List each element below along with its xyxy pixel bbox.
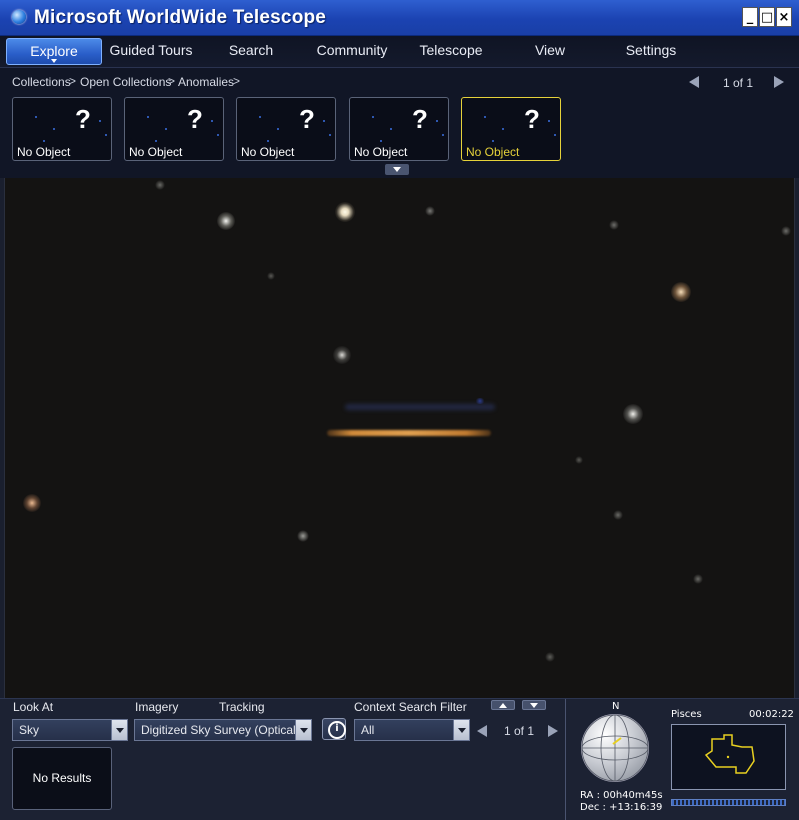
star: [575, 456, 583, 464]
results-text: No Results: [32, 771, 92, 785]
chevron-down-icon: [295, 720, 311, 740]
star: [545, 652, 555, 662]
star: [781, 226, 791, 236]
breadcrumb-separator: >: [168, 74, 176, 88]
menu-view[interactable]: View: [520, 38, 580, 65]
info-button[interactable]: [322, 718, 346, 740]
tracking-label: Tracking: [219, 700, 265, 714]
imagery-select[interactable]: Digitized Sky Survey (Optical...: [134, 719, 312, 741]
imagery-value: Digitized Sky Survey (Optical...: [141, 723, 306, 737]
star: [267, 272, 275, 280]
title-bar: Microsoft WorldWide Telescope _ □ ×: [0, 0, 799, 36]
ra-readout: RA : 00h40m45s: [580, 790, 663, 801]
panel-divider: [565, 699, 566, 820]
breadcrumb-open-collections[interactable]: Open Collections: [80, 75, 171, 89]
star: [333, 346, 351, 364]
anomaly-streak-glow: [345, 404, 495, 410]
constellation-name: Pisces: [671, 709, 702, 720]
compass-north-label: N: [612, 701, 620, 712]
unknown-object-icon: ?: [524, 104, 540, 134]
star: [623, 404, 643, 424]
page-indicator: 1 of 1: [723, 76, 754, 90]
menu-explore-label: Explore: [30, 43, 78, 59]
dec-readout: Dec : +13:16:39: [580, 802, 663, 813]
look-at-label: Look At: [13, 700, 54, 714]
previous-page-icon[interactable]: [689, 76, 699, 88]
breadcrumb-collections[interactable]: Collections: [12, 75, 71, 89]
thumbnail-item[interactable]: ? No Object: [12, 97, 112, 161]
context-search-filter-label: Context Search Filter: [354, 700, 467, 714]
breadcrumb-anomalies[interactable]: Anomalies: [178, 75, 234, 89]
menu-guided-tours[interactable]: Guided Tours: [104, 38, 198, 65]
chevron-down-icon: [51, 59, 57, 63]
clock-readout: 00:02:22: [749, 709, 794, 720]
menu-community[interactable]: Community: [308, 38, 396, 65]
next-page-icon[interactable]: [774, 76, 784, 88]
collection-thumbnails: ? No Object ? No Object ? No Object ? No…: [0, 96, 799, 178]
globe-icon[interactable]: [581, 714, 649, 782]
thumbnail-item-selected[interactable]: ? No Object: [461, 97, 561, 161]
menu-telescope[interactable]: Telescope: [410, 38, 492, 65]
menu-explore[interactable]: Explore: [6, 38, 102, 65]
chevron-down-icon: [111, 720, 127, 740]
minimize-button[interactable]: _: [742, 7, 758, 27]
star: [693, 574, 703, 584]
next-page-icon[interactable]: [548, 725, 558, 737]
menu-settings[interactable]: Settings: [616, 38, 686, 65]
breadcrumb-separator: >: [233, 74, 241, 88]
thumbnail-label: No Object: [466, 145, 520, 159]
star: [613, 510, 623, 520]
collapse-down-button[interactable]: [522, 700, 546, 710]
star: [335, 202, 355, 222]
star: [671, 282, 691, 302]
context-page-indicator: 1 of 1: [504, 724, 535, 738]
thumbnail-item[interactable]: ? No Object: [349, 97, 449, 161]
main-menu: Explore Guided Tours Search Community Te…: [0, 36, 799, 68]
unknown-object-icon: ?: [299, 104, 315, 134]
thumbnail-item[interactable]: ? No Object: [236, 97, 336, 161]
bottom-panel: Look At Imagery Tracking Context Search …: [0, 698, 799, 820]
breadcrumb-separator: >: [69, 74, 77, 88]
context-filter-value: All: [361, 723, 375, 737]
thumbnail-label: No Object: [354, 145, 408, 159]
results-panel: No Results: [12, 747, 112, 810]
star: [23, 494, 41, 512]
look-at-select[interactable]: Sky: [12, 719, 128, 741]
time-progress-bar[interactable]: [671, 799, 786, 806]
menu-search[interactable]: Search: [210, 38, 292, 65]
constellation-map[interactable]: [671, 724, 786, 790]
thumbnail-label: No Object: [17, 145, 71, 159]
unknown-object-icon: ?: [412, 104, 428, 134]
sky-view[interactable]: [4, 178, 795, 698]
thumbnail-item[interactable]: ? No Object: [124, 97, 224, 161]
close-button[interactable]: ×: [776, 7, 792, 27]
maximize-button[interactable]: □: [759, 7, 775, 27]
unknown-object-icon: ?: [75, 104, 91, 134]
thumbnail-label: No Object: [241, 145, 295, 159]
chevron-down-icon: [453, 720, 469, 740]
imagery-label: Imagery: [135, 700, 179, 714]
collapse-thumbnails-button[interactable]: [385, 164, 409, 175]
star: [609, 220, 619, 230]
unknown-object-icon: ?: [187, 104, 203, 134]
anomaly-streak: [327, 430, 491, 436]
breadcrumb: Collections > Open Collections > Anomali…: [0, 68, 799, 96]
star: [297, 530, 309, 542]
expand-up-button[interactable]: [491, 700, 515, 710]
app-logo-icon: [12, 10, 26, 24]
star: [217, 212, 235, 230]
star: [425, 206, 435, 216]
look-at-value: Sky: [19, 723, 40, 737]
context-filter-select[interactable]: All: [354, 719, 470, 741]
previous-page-icon[interactable]: [477, 725, 487, 737]
thumbnail-label: No Object: [129, 145, 183, 159]
star: [155, 180, 165, 190]
app-title: Microsoft WorldWide Telescope: [34, 7, 327, 28]
